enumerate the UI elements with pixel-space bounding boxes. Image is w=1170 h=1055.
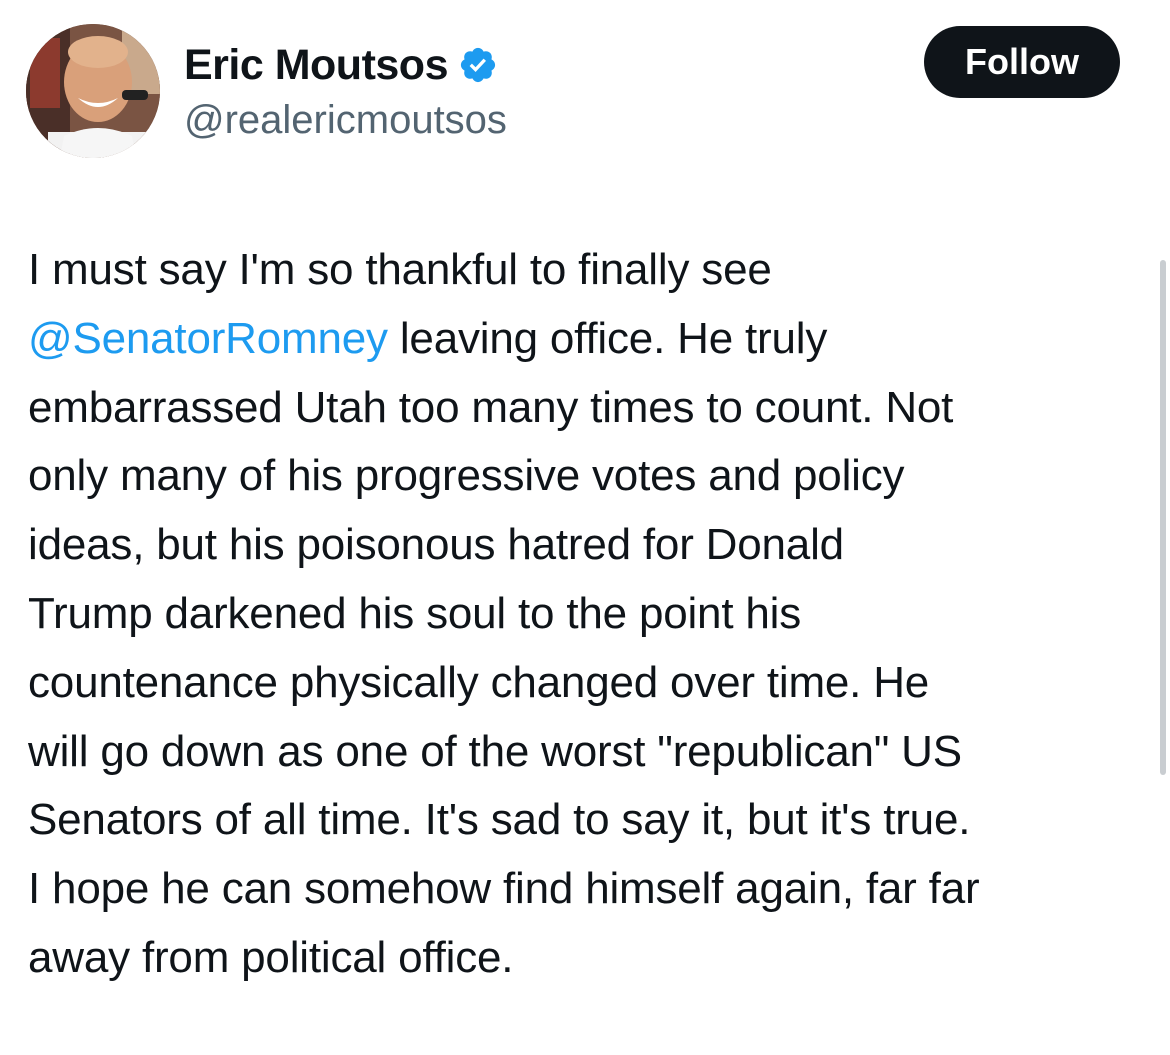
tweet-text-segment: away from political office. (28, 932, 514, 982)
avatar[interactable] (26, 24, 160, 158)
tweet-text: I must say I'm so thankful to finally se… (28, 236, 1148, 993)
tweet-text-segment: Senators of all time. It's sad to say it… (28, 795, 971, 845)
follow-button[interactable]: Follow (924, 26, 1120, 98)
tweet-line: I must say I'm so thankful to finally se… (28, 236, 1148, 305)
tweet-text-segment: countenance physically changed over time… (28, 657, 930, 707)
display-name[interactable]: Eric Moutsos (184, 41, 449, 90)
tweet-line: I hope he can somehow find himself again… (28, 855, 1148, 924)
tweet-line: countenance physically changed over time… (28, 649, 1148, 718)
scrollbar[interactable] (1160, 260, 1166, 775)
avatar-photo (26, 24, 160, 158)
tweet: Eric Moutsos @realericmoutsos Follow I m… (0, 0, 1170, 1055)
tweet-line: ideas, but his poisonous hatred for Dona… (28, 511, 1148, 580)
name-row: Eric Moutsos (184, 38, 507, 92)
tweet-text-segment: Trump darkened his soul to the point his (28, 588, 802, 638)
tweet-line: away from political office. (28, 924, 1148, 993)
mention-link[interactable]: @SenatorRomney (28, 314, 388, 363)
tweet-line: will go down as one of the worst "republ… (28, 718, 1148, 787)
tweet-line: only many of his progressive votes and p… (28, 442, 1148, 511)
verified-badge-icon (458, 45, 498, 85)
tweet-line: @SenatorRomney leaving office. He truly (28, 305, 1148, 374)
tweet-text-segment: I must say I'm so thankful to finally se… (28, 245, 772, 294)
tweet-text-segment: embarrassed Utah too many times to count… (28, 382, 954, 432)
tweet-text-segment: only many of his progressive votes and p… (28, 451, 905, 501)
tweet-text-segment: leaving office. He truly (387, 313, 828, 363)
tweet-line: Trump darkened his soul to the point his (28, 580, 1148, 649)
tweet-line: Senators of all time. It's sad to say it… (28, 786, 1148, 855)
author-identity: Eric Moutsos @realericmoutsos (184, 38, 507, 143)
tweet-header: Eric Moutsos @realericmoutsos Follow (26, 24, 1120, 158)
tweet-text-segment: I hope he can somehow find himself again… (28, 864, 980, 914)
handle[interactable]: @realericmoutsos (184, 98, 507, 143)
tweet-line: embarrassed Utah too many times to count… (28, 374, 1148, 443)
tweet-text-segment: will go down as one of the worst "republ… (28, 726, 962, 776)
tweet-text-segment: ideas, but his poisonous hatred for Dona… (28, 520, 844, 570)
